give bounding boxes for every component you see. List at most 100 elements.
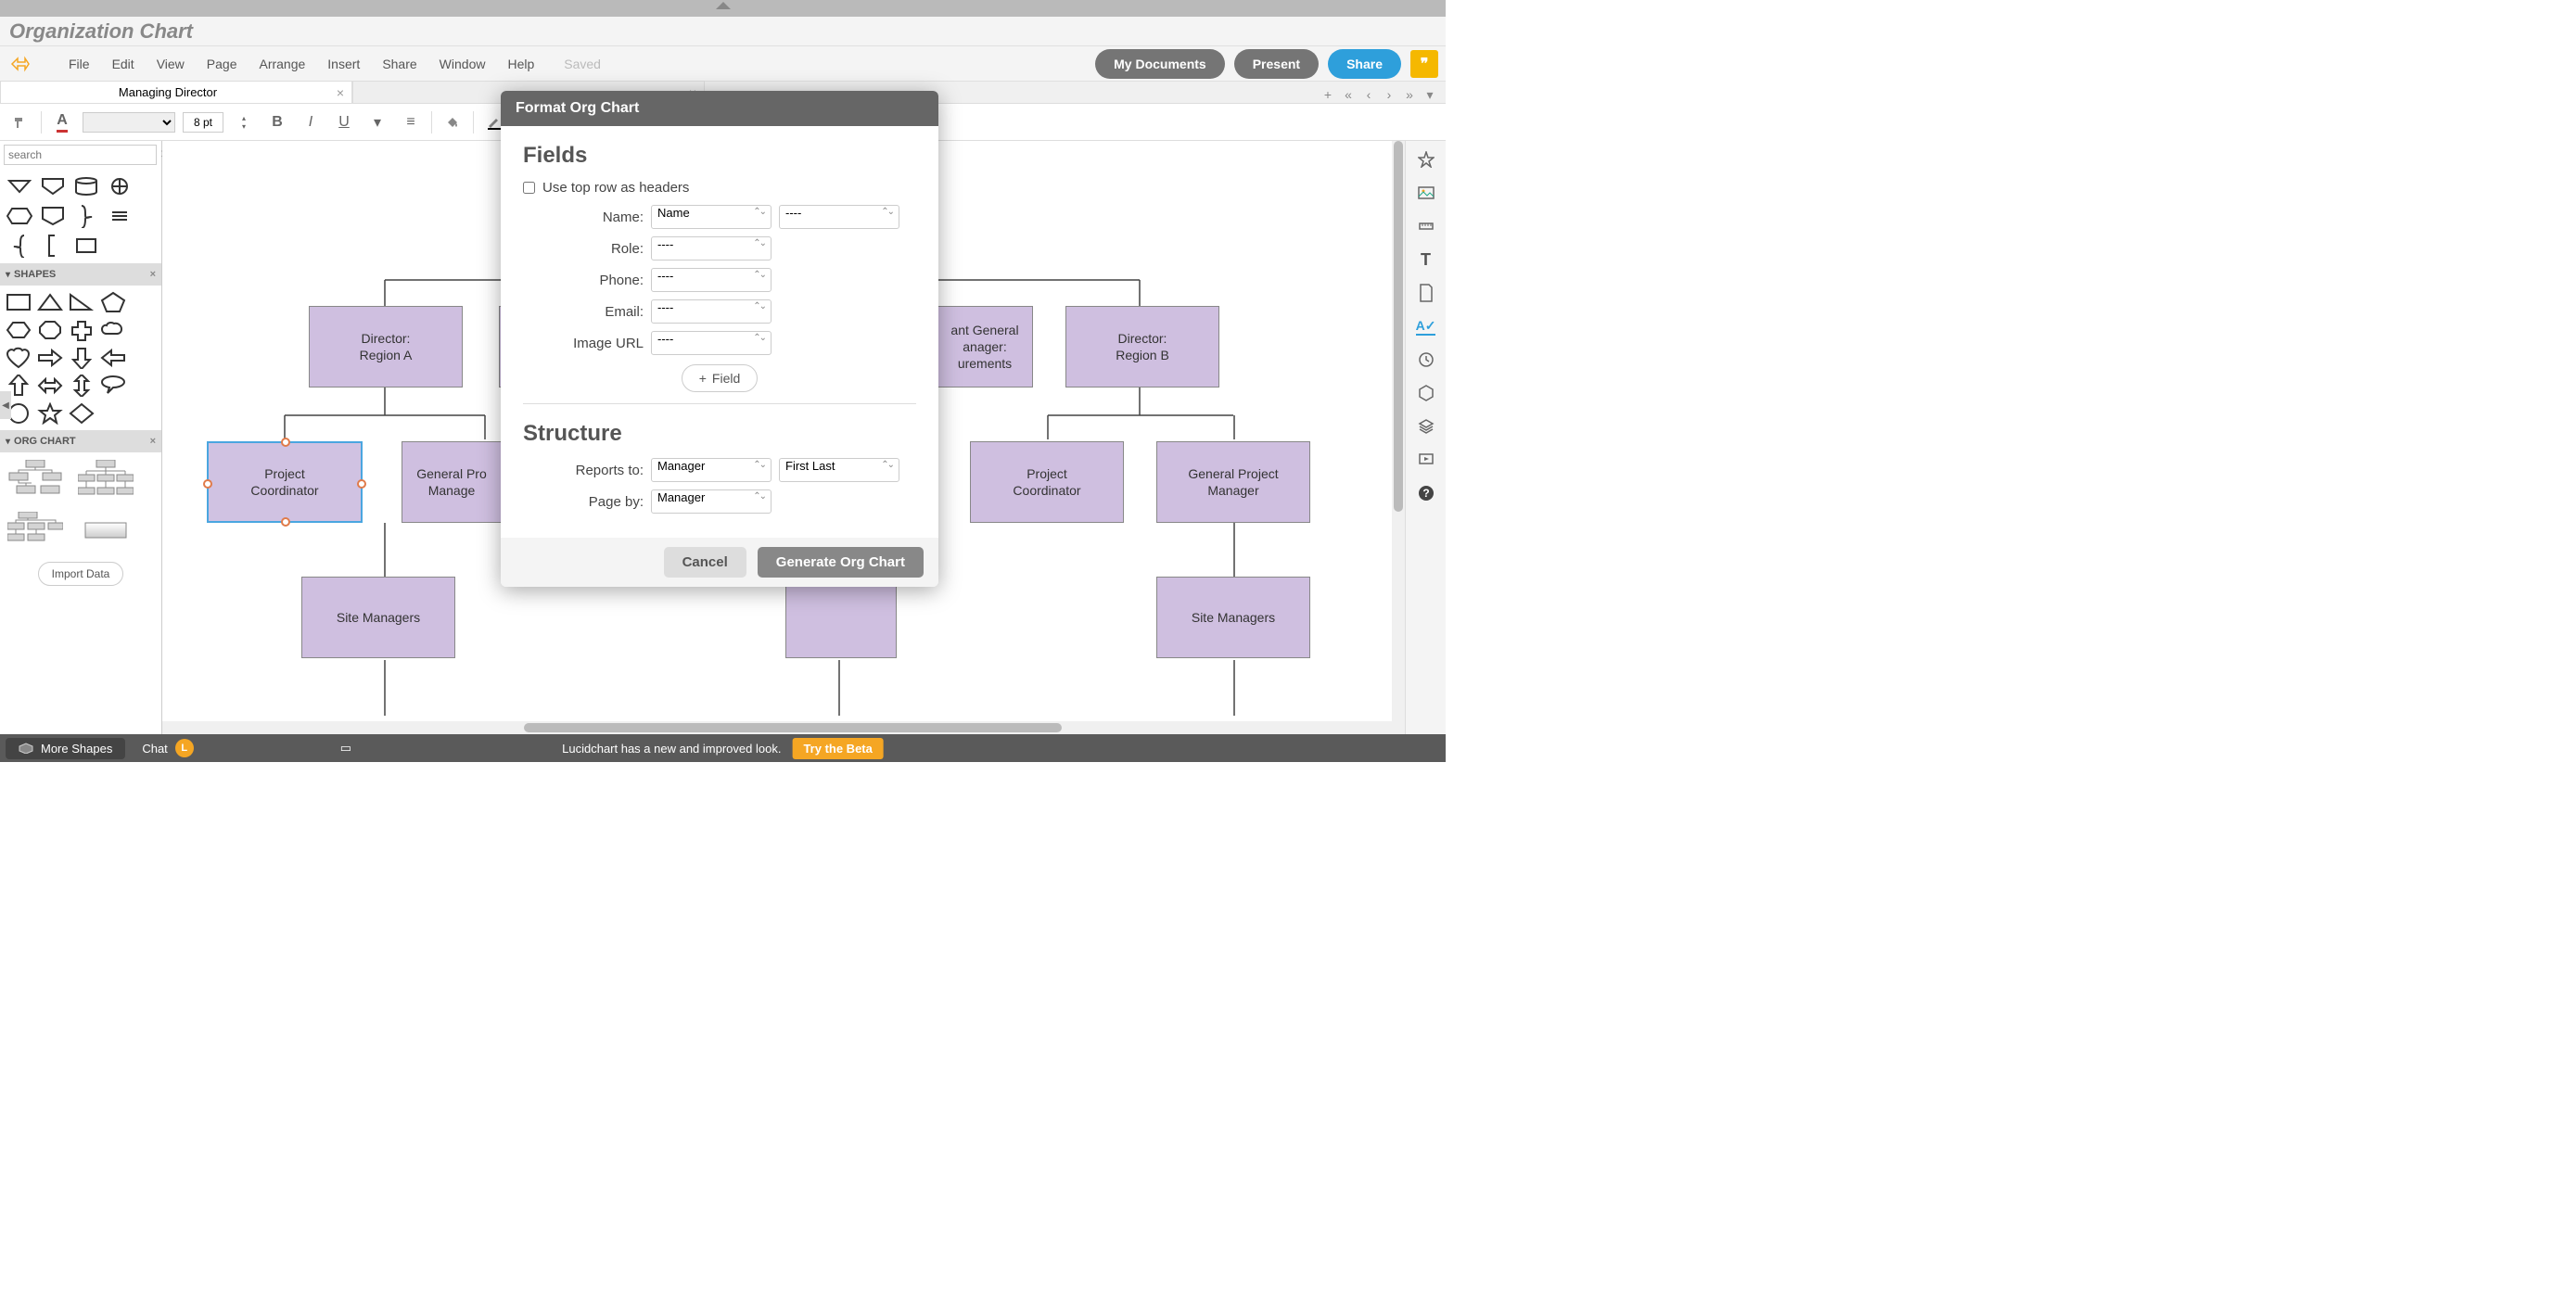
search-input[interactable] bbox=[4, 145, 157, 165]
reports-format-select[interactable]: First Last bbox=[779, 458, 899, 482]
import-data-button[interactable]: Import Data bbox=[38, 562, 124, 586]
name-format-select[interactable]: ---- bbox=[779, 205, 899, 229]
shape-hexagon-icon[interactable] bbox=[6, 319, 32, 341]
shape-triangle-icon[interactable] bbox=[37, 291, 63, 313]
shape-star-icon[interactable] bbox=[37, 402, 63, 425]
shape-shield-icon[interactable] bbox=[37, 172, 69, 200]
node-site-managers-right[interactable]: Site Managers bbox=[1156, 577, 1310, 658]
italic-icon[interactable]: I bbox=[298, 109, 324, 135]
shape-callout-icon[interactable] bbox=[100, 375, 126, 397]
next-tab-icon[interactable]: › bbox=[1381, 86, 1397, 103]
ruler-icon[interactable] bbox=[1415, 215, 1437, 237]
more-text-icon[interactable]: ▾ bbox=[364, 109, 390, 135]
node-hidden-2[interactable] bbox=[785, 577, 897, 658]
user-avatar[interactable]: L bbox=[175, 739, 194, 757]
underline-icon[interactable]: U bbox=[331, 109, 357, 135]
shape-note-icon[interactable] bbox=[104, 202, 135, 230]
image-icon[interactable] bbox=[1415, 182, 1437, 204]
node-director-b[interactable]: Director: Region B bbox=[1065, 306, 1219, 388]
selection-handle[interactable] bbox=[281, 438, 290, 447]
fill-color-icon[interactable] bbox=[440, 109, 465, 135]
navigator-icon[interactable] bbox=[1415, 148, 1437, 171]
shape-brace-right-icon[interactable] bbox=[70, 202, 102, 230]
shape-cloud-icon[interactable] bbox=[100, 319, 126, 341]
node-gpm-left[interactable]: General Pro Manage bbox=[402, 441, 502, 523]
pageby-select[interactable]: Manager bbox=[651, 489, 772, 514]
cancel-button[interactable]: Cancel bbox=[664, 547, 746, 578]
shape-diamond-icon[interactable] bbox=[69, 402, 95, 425]
add-tab-icon[interactable]: + bbox=[1320, 86, 1336, 103]
font-size-stepper[interactable]: ▴▾ bbox=[231, 109, 257, 135]
share-button[interactable]: Share bbox=[1328, 49, 1401, 79]
vertical-scrollbar[interactable] bbox=[1392, 141, 1405, 721]
email-select[interactable]: ---- bbox=[651, 299, 772, 324]
shape-chevron-down-icon[interactable] bbox=[4, 172, 35, 200]
selection-handle[interactable] bbox=[203, 479, 212, 489]
menu-help[interactable]: Help bbox=[498, 51, 543, 77]
try-beta-button[interactable]: Try the Beta bbox=[792, 738, 883, 759]
shape-pentagon-down-icon[interactable] bbox=[37, 202, 69, 230]
tab-managing-director[interactable]: Managing Director × bbox=[0, 81, 352, 103]
node-project-coordinator-left[interactable]: Project Coordinator bbox=[207, 441, 363, 523]
menu-page[interactable]: Page bbox=[198, 51, 247, 77]
use-headers-checkbox[interactable] bbox=[523, 182, 535, 194]
phone-select[interactable]: ---- bbox=[651, 268, 772, 292]
shape-bracket-icon[interactable] bbox=[37, 232, 69, 260]
node-asst-gm[interactable]: ant General anager: urements bbox=[937, 306, 1033, 388]
menu-view[interactable]: View bbox=[147, 51, 194, 77]
menu-window[interactable]: Window bbox=[430, 51, 495, 77]
horizontal-scrollbar[interactable] bbox=[162, 721, 1405, 734]
close-icon[interactable]: × bbox=[150, 269, 156, 280]
shape-or-icon[interactable] bbox=[104, 172, 135, 200]
shape-filled-rect-icon[interactable] bbox=[70, 232, 102, 260]
history-icon[interactable] bbox=[1415, 349, 1437, 371]
shape-octagon-icon[interactable] bbox=[37, 319, 63, 341]
app-logo-icon[interactable] bbox=[7, 52, 32, 76]
image-select[interactable]: ---- bbox=[651, 331, 772, 355]
bold-icon[interactable]: B bbox=[264, 109, 290, 135]
font-size-input[interactable] bbox=[183, 112, 223, 133]
menu-share[interactable]: Share bbox=[373, 51, 426, 77]
document-title[interactable]: Organization Chart bbox=[9, 19, 193, 44]
shape-brace-left-icon[interactable] bbox=[4, 232, 35, 260]
more-shapes-button[interactable]: More Shapes bbox=[6, 738, 125, 759]
orgchart-tree1-icon[interactable] bbox=[7, 460, 63, 497]
shape-arrow-right-icon[interactable] bbox=[37, 347, 63, 369]
presentation-icon[interactable] bbox=[1415, 449, 1437, 471]
master-icon[interactable] bbox=[1415, 382, 1437, 404]
collapse-sidebar-icon[interactable]: ◀ bbox=[0, 391, 11, 419]
menu-edit[interactable]: Edit bbox=[103, 51, 144, 77]
generate-button[interactable]: Generate Org Chart bbox=[758, 547, 924, 578]
menu-file[interactable]: File bbox=[59, 51, 99, 77]
shape-cylinder-icon[interactable] bbox=[70, 172, 102, 200]
reports-to-select[interactable]: Manager bbox=[651, 458, 772, 482]
shape-heart-icon[interactable] bbox=[6, 347, 32, 369]
menu-insert[interactable]: Insert bbox=[318, 51, 369, 77]
node-project-coordinator-right[interactable]: Project Coordinator bbox=[970, 441, 1124, 523]
node-director-a[interactable]: Director: Region A bbox=[309, 306, 463, 388]
close-icon[interactable]: × bbox=[337, 85, 344, 100]
shapes-section-header[interactable]: ▾ SHAPES × bbox=[0, 263, 161, 286]
orgchart-tree3-icon[interactable] bbox=[7, 512, 63, 549]
selection-handle[interactable] bbox=[357, 479, 366, 489]
maximize-chat-icon[interactable]: ▭ bbox=[340, 741, 351, 756]
shape-arrow-left-icon[interactable] bbox=[100, 347, 126, 369]
add-field-button[interactable]: + Field bbox=[682, 364, 759, 392]
name-select[interactable]: Name bbox=[651, 205, 772, 229]
font-family-select[interactable] bbox=[83, 112, 175, 133]
prev-tab-icon[interactable]: ‹ bbox=[1360, 86, 1377, 103]
align-icon[interactable]: ≡ bbox=[398, 109, 424, 135]
shape-rectangle-icon[interactable] bbox=[6, 291, 32, 313]
role-select[interactable]: ---- bbox=[651, 236, 772, 260]
my-documents-button[interactable]: My Documents bbox=[1095, 49, 1225, 79]
shape-right-triangle-icon[interactable] bbox=[69, 291, 95, 313]
paint-format-icon[interactable] bbox=[7, 109, 33, 135]
shape-hexagon-icon[interactable] bbox=[4, 202, 35, 230]
orgchart-section-header[interactable]: ▾ ORG CHART × bbox=[0, 430, 161, 452]
shape-arrow-ud-icon[interactable] bbox=[69, 375, 95, 397]
help-icon[interactable]: ? bbox=[1415, 482, 1437, 504]
text-color-icon[interactable]: A bbox=[49, 109, 75, 135]
layers-icon[interactable] bbox=[1415, 415, 1437, 438]
shape-pentagon-icon[interactable] bbox=[100, 291, 126, 313]
orgchart-tree2-icon[interactable] bbox=[78, 460, 134, 497]
